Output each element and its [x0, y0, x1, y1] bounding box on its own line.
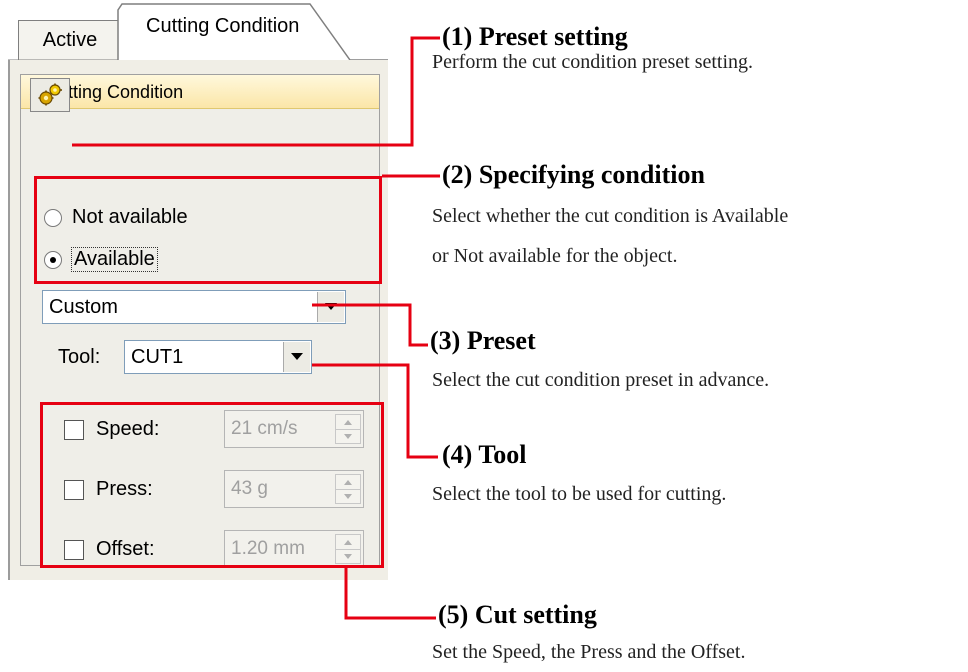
press-checkbox[interactable] — [64, 479, 84, 500]
tab-active[interactable]: Active — [18, 20, 122, 60]
offset-row: Offset: — [64, 538, 155, 561]
annotation-title-2: (2) Specifying condition — [442, 160, 705, 189]
radio-not-available-row[interactable]: Not available — [44, 206, 188, 229]
offset-spin-buttons — [335, 534, 361, 564]
chevron-down-icon — [291, 353, 303, 360]
offset-spin-down[interactable] — [336, 549, 360, 563]
preset-setting-button[interactable] — [30, 78, 70, 112]
press-value: 43 g — [231, 478, 268, 499]
tab-cutting-condition[interactable]: Cutting Condition — [118, 4, 342, 60]
press-label: Press: — [96, 478, 153, 500]
offset-value: 1.20 mm — [231, 538, 305, 559]
gears-icon — [38, 83, 62, 106]
speed-value: 21 cm/s — [231, 418, 298, 439]
offset-checkbox[interactable] — [64, 539, 84, 560]
tab-bar: Active Cutting Condition — [0, 0, 390, 61]
annotation-desc-4: Select the tool to be used for cutting. — [432, 483, 727, 505]
frame-header: ∙∙∙ Cutting Condition — [21, 75, 379, 109]
preset-dropdown-button[interactable] — [317, 292, 344, 322]
caret-down-icon — [344, 553, 352, 559]
speed-checkbox[interactable] — [64, 419, 84, 440]
offset-label: Offset: — [96, 538, 155, 560]
preset-dropdown-value: Custom — [49, 296, 118, 318]
speed-label: Speed: — [96, 418, 160, 440]
speed-row: Speed: — [64, 418, 159, 441]
caret-up-icon — [344, 479, 352, 485]
speed-spin-buttons — [335, 414, 361, 444]
caret-up-icon — [344, 419, 352, 425]
chevron-down-icon — [325, 303, 337, 310]
annotation-desc-5: Set the Speed, the Press and the Offset. — [432, 641, 746, 663]
tool-dropdown-value: CUT1 — [131, 346, 184, 368]
preset-dropdown[interactable]: Custom — [42, 290, 346, 324]
speed-spin-up[interactable] — [336, 415, 360, 430]
radio-not-available[interactable] — [44, 208, 62, 227]
caret-down-icon — [344, 493, 352, 499]
tool-dropdown[interactable]: CUT1 — [124, 340, 312, 374]
press-spinner[interactable]: 43 g — [224, 470, 364, 508]
offset-spinner[interactable]: 1.20 mm — [224, 530, 364, 568]
annotation-desc-3: Select the cut condition preset in advan… — [432, 369, 770, 391]
press-spin-up[interactable] — [336, 475, 360, 490]
radio-available-row[interactable]: Available — [44, 247, 158, 272]
caret-down-icon — [344, 433, 352, 439]
radio-not-available-label: Not available — [72, 206, 188, 228]
annotation-desc-2b: or Not available for the object. — [432, 245, 678, 267]
press-spin-down[interactable] — [336, 489, 360, 503]
annotation-title-5: (5) Cut setting — [438, 600, 597, 629]
press-row: Press: — [64, 478, 153, 501]
offset-spin-up[interactable] — [336, 535, 360, 550]
tool-label: Tool: — [58, 346, 101, 368]
caret-up-icon — [344, 539, 352, 545]
annotation-desc-1: Perform the cut condition preset setting… — [432, 51, 754, 73]
radio-available[interactable] — [44, 250, 62, 269]
press-spin-buttons — [335, 474, 361, 504]
annotation-desc-2a: Select whether the cut condition is Avai… — [432, 205, 789, 227]
tool-dropdown-button[interactable] — [283, 342, 310, 372]
speed-spin-down[interactable] — [336, 429, 360, 443]
radio-available-label: Available — [71, 247, 158, 272]
annotation-title-3: (3) Preset — [430, 326, 536, 355]
annotation-title-4: (4) Tool — [442, 440, 527, 469]
speed-spinner[interactable]: 21 cm/s — [224, 410, 364, 448]
